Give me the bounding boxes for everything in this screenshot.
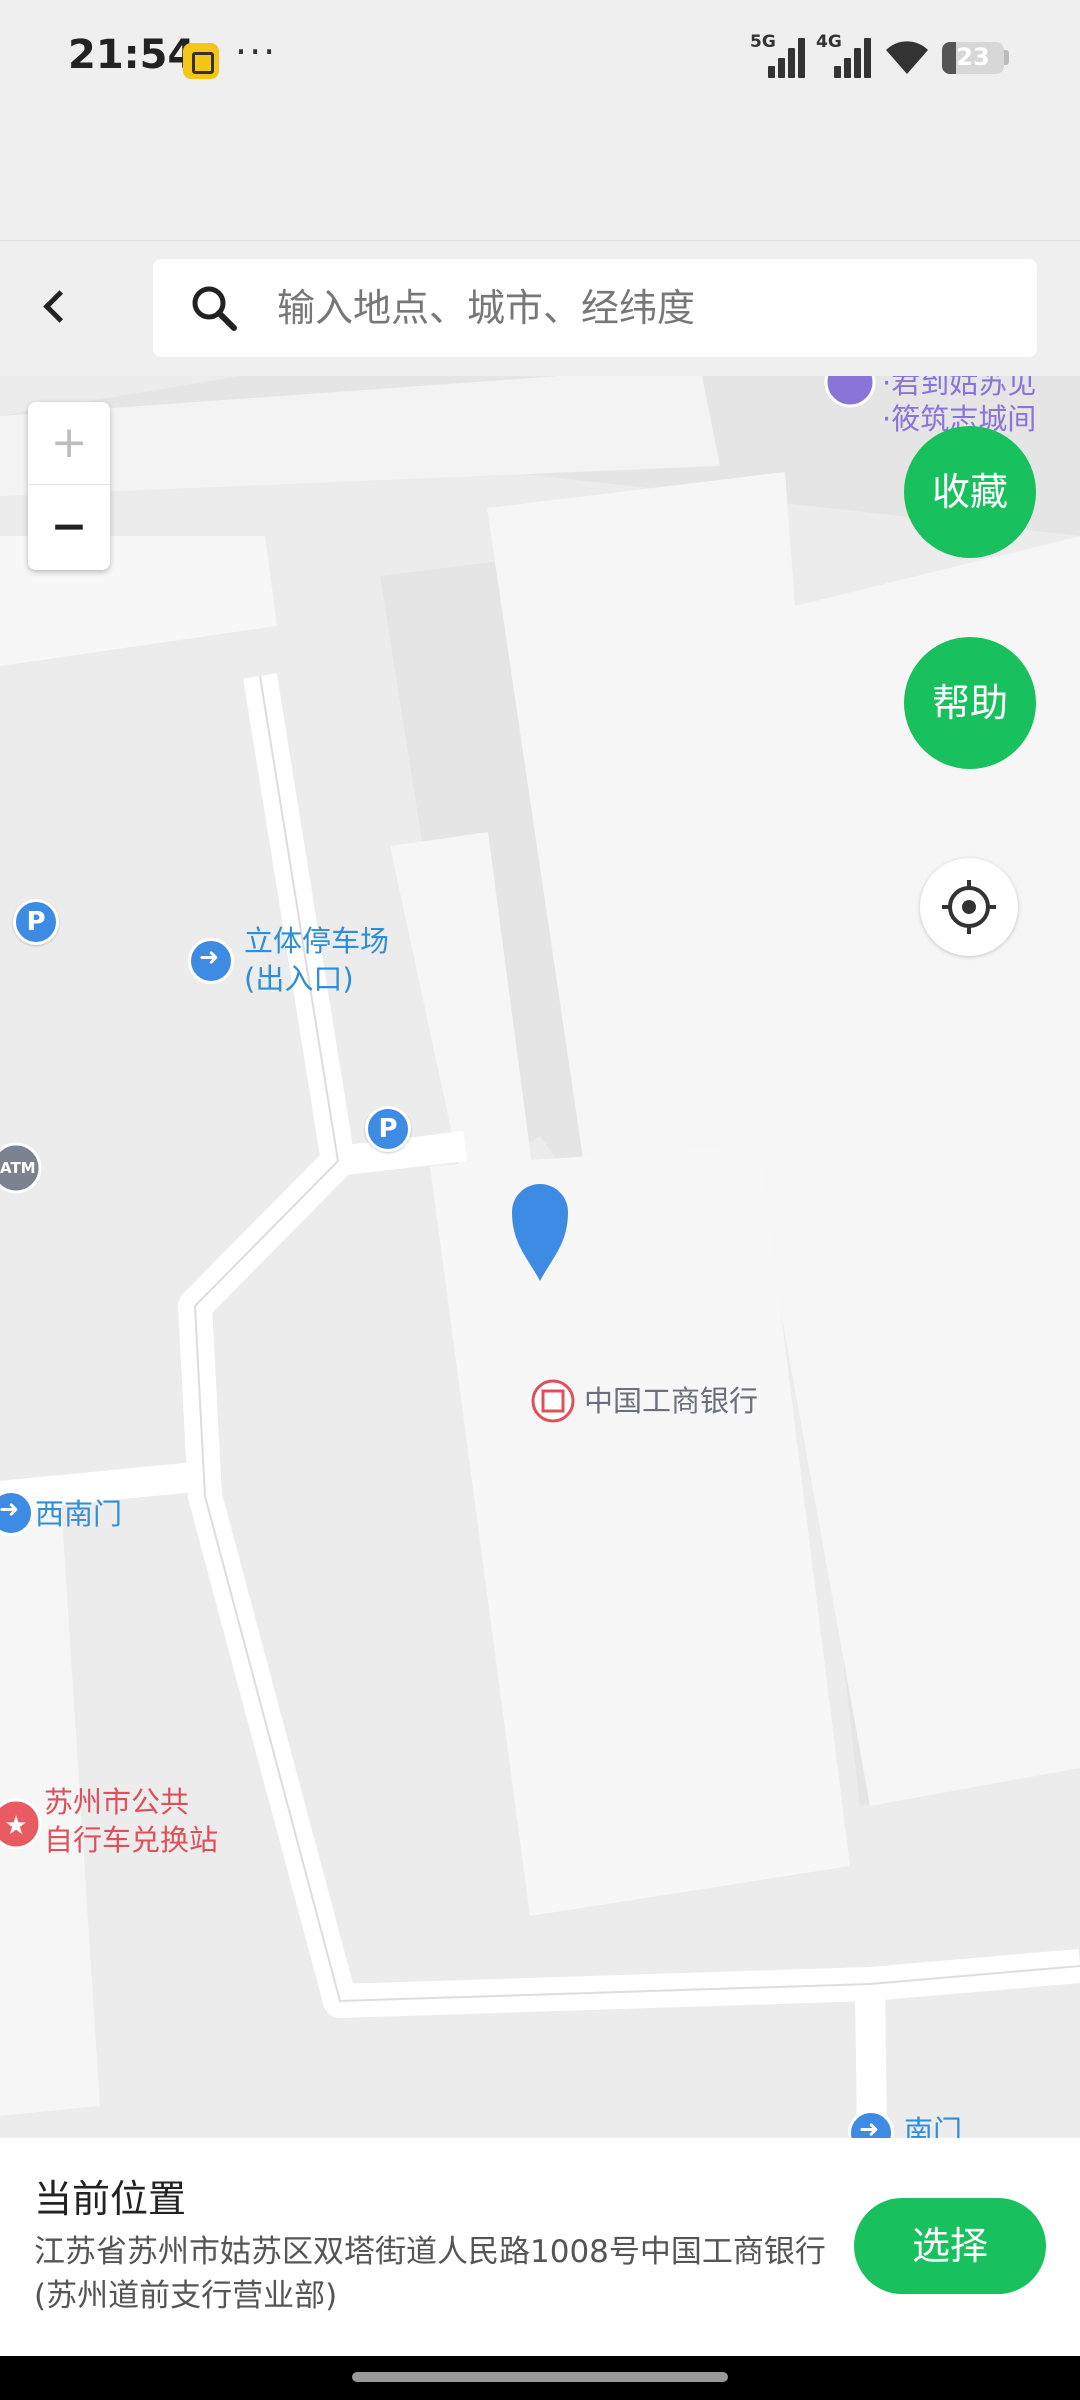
search-input[interactable] (275, 259, 1015, 357)
parking-entrance-icon[interactable] (188, 938, 234, 984)
status-bar: 21:54 ··· 5G 4G 23 (0, 0, 1080, 120)
location-panel: 当前位置 江苏省苏州市姑苏区双塔街道人民路1008号中国工商银行(苏州道前支行营… (0, 2138, 1080, 2356)
signal-5g-icon: 5G (750, 32, 805, 78)
poi-parking-garage-line-1[interactable]: 立体停车场 (244, 922, 389, 960)
help-button[interactable]: 帮助 (904, 637, 1036, 769)
poi-bike-station-line-2[interactable]: 自行车兑换站 (44, 1821, 218, 1859)
battery-level: 23 (956, 43, 990, 71)
poi-bank[interactable]: 中国工商银行 (584, 1382, 758, 1420)
app-notification-icon (183, 43, 219, 79)
more-notifications-icon: ··· (235, 30, 278, 74)
svg-text:★: ★ (4, 1811, 27, 1841)
poi-southwest-gate[interactable]: 西南门 (35, 1495, 122, 1533)
poi-hotel-line-1[interactable]: ·君到姑苏见 (882, 376, 1036, 402)
zoom-in-button[interactable]: + (28, 402, 110, 485)
status-time: 21:54 (68, 32, 196, 78)
search-header (0, 240, 1080, 376)
back-button[interactable] (20, 271, 92, 343)
location-title: 当前位置 (34, 2177, 187, 2221)
home-indicator[interactable] (352, 2372, 728, 2382)
favorite-button[interactable]: 收藏 (904, 426, 1036, 558)
zoom-out-button[interactable]: − (28, 486, 110, 570)
select-button[interactable]: 选择 (854, 2198, 1046, 2294)
map-view[interactable]: ★ ·君到姑苏见 ·筱筑志城间 P 立体停车场 (出入口) P ATM 中国工商… (0, 376, 1080, 2138)
locate-button[interactable] (920, 858, 1018, 956)
signal-4g-icon: 4G (816, 32, 871, 78)
wifi-icon (886, 41, 928, 74)
navigation-bar (0, 2356, 1080, 2400)
parking-icon-2[interactable]: P (365, 1106, 411, 1152)
location-address: 江苏省苏州市姑苏区双塔街道人民路1008号中国工商银行(苏州道前支行营业部) (34, 2234, 826, 2314)
search-box[interactable] (153, 259, 1037, 357)
poi-south-gate[interactable]: 南门 (904, 2112, 962, 2138)
map-base: ★ (0, 376, 1080, 2138)
zoom-control: + − (28, 402, 110, 570)
poi-bike-station-line-1[interactable]: 苏州市公共 (44, 1783, 189, 1821)
parking-icon[interactable]: P (13, 899, 59, 945)
battery-icon: 23 (942, 42, 1004, 74)
poi-parking-garage-line-2[interactable]: (出入口) (244, 960, 354, 998)
crosshair-icon (942, 880, 996, 934)
poi-atm[interactable]: ATM (0, 1150, 36, 1186)
search-icon (192, 286, 237, 331)
